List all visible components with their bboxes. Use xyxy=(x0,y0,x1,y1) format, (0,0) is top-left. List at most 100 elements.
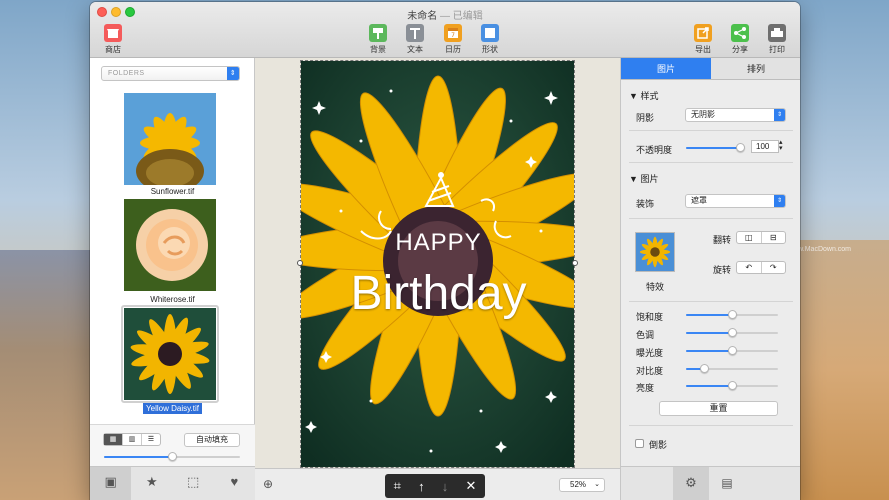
inspector-bottom-bar: ⚙ ▤ xyxy=(621,466,800,500)
thumbnail-size-slider[interactable] xyxy=(104,452,240,461)
calendar-button[interactable]: 7 日历 xyxy=(438,24,468,55)
export-label: 导出 xyxy=(695,45,711,54)
effect-preview-thumbnail[interactable] xyxy=(635,232,675,272)
column-view-icon[interactable]: ▥ xyxy=(123,434,142,445)
view-mode-toggle[interactable]: ▦ ▥ ☰ xyxy=(103,433,161,446)
store-label: 商店 xyxy=(105,45,121,54)
flip-buttons: ◫ ⊟ xyxy=(736,231,786,244)
heart-icon[interactable]: ♥ xyxy=(214,467,255,500)
bring-forward-icon[interactable]: ↑ xyxy=(418,479,425,494)
decoration-value: 遮罩 xyxy=(691,196,707,205)
svg-text:7: 7 xyxy=(451,32,455,39)
style-section-header[interactable]: ▼ 样式 xyxy=(629,89,658,102)
store-button[interactable]: 商店 xyxy=(98,24,128,55)
resize-handle-left[interactable] xyxy=(297,260,303,266)
flip-vertical-icon[interactable]: ⊟ xyxy=(762,232,786,243)
whiterose-thumbnail[interactable] xyxy=(124,199,216,291)
divider xyxy=(629,130,793,131)
zoom-icon[interactable]: ⊕ xyxy=(263,477,273,491)
decoration-label: 装饰 xyxy=(636,199,655,209)
gear-icon[interactable]: ⚙ xyxy=(673,467,709,500)
auto-fill-button[interactable]: 自动填充 xyxy=(184,433,240,447)
birthday-text[interactable]: Birthday xyxy=(301,266,574,321)
background-button[interactable]: 背景 xyxy=(363,24,393,55)
print-button[interactable]: 打印 xyxy=(762,24,792,55)
divider xyxy=(629,162,793,163)
export-button[interactable]: 导出 xyxy=(688,24,718,55)
rotate-buttons: ↶ ↷ xyxy=(736,261,786,274)
saturation-slider[interactable] xyxy=(686,310,778,319)
rotate-right-icon[interactable]: ↷ xyxy=(762,262,786,273)
titlebar: 未命名 — 已编辑 商店 背景 文本 7 日历 形状 导出 分享 打印 xyxy=(90,2,800,58)
share-label: 分享 xyxy=(732,45,748,54)
image-section-header[interactable]: ▼ 图片 xyxy=(629,172,658,185)
opacity-input[interactable]: 100 xyxy=(751,140,779,153)
frame-icon[interactable]: ⬚ xyxy=(173,467,214,500)
photos-tab-icon[interactable]: ▣ xyxy=(90,467,132,500)
hue-knob[interactable] xyxy=(728,328,737,337)
list-view-icon[interactable]: ☰ xyxy=(142,434,160,445)
delete-icon[interactable]: ✕ xyxy=(465,478,476,494)
brightness-knob[interactable] xyxy=(728,381,737,390)
hue-fill xyxy=(686,332,732,334)
happy-text[interactable]: HAPPY xyxy=(301,229,574,257)
whiterose-label: Whiterose.tif xyxy=(150,295,195,304)
desktop-wallpaper-right xyxy=(797,240,889,500)
decoration-select[interactable]: 遮罩 ⇕ xyxy=(685,194,786,208)
shape-icon xyxy=(481,24,499,42)
crop-icon[interactable]: ⌗ xyxy=(394,478,401,494)
stepper-icon[interactable]: ▴ ▾ xyxy=(779,139,783,152)
yellow-daisy-thumbnail[interactable] xyxy=(124,308,216,400)
contrast-slider[interactable] xyxy=(686,364,778,373)
zoom-select[interactable]: 52% ⌄ xyxy=(559,478,605,492)
saturation-knob[interactable] xyxy=(728,310,737,319)
hue-label: 色调 xyxy=(636,330,655,340)
contrast-label: 对比度 xyxy=(636,366,664,376)
calendar-icon: 7 xyxy=(444,24,462,42)
thumbnail-size-knob[interactable] xyxy=(168,452,177,461)
text-button[interactable]: 文本 xyxy=(400,24,430,55)
reset-button[interactable]: 重置 xyxy=(659,401,778,416)
send-backward-icon[interactable]: ↓ xyxy=(442,479,449,494)
contrast-knob[interactable] xyxy=(700,364,710,373)
rotate-left-icon[interactable]: ↶ xyxy=(737,262,762,273)
text-label: 文本 xyxy=(407,45,423,54)
artboard[interactable]: HAPPY Birthday xyxy=(300,60,575,468)
shadow-select[interactable]: 无阴影 ⇕ xyxy=(685,108,786,122)
brightness-slider[interactable] xyxy=(686,381,778,390)
reflection-checkbox[interactable] xyxy=(635,439,644,448)
disclosure-triangle-icon: ▼ xyxy=(629,174,638,184)
image-browser-sidebar: FOLDERS ⇕ Sunflower.tif Whiterose.tif Ye… xyxy=(90,58,255,500)
shape-button[interactable]: 形状 xyxy=(475,24,505,55)
text-icon xyxy=(406,24,424,42)
yellow-daisy-label: Yellow Daisy.tif xyxy=(90,403,255,414)
effects-label: 特效 xyxy=(645,282,664,292)
exposure-knob[interactable] xyxy=(728,346,737,355)
resize-handle-right[interactable] xyxy=(572,260,578,266)
grid-view-icon[interactable]: ▦ xyxy=(104,434,123,445)
canvas-bottom-bar: ⊕ ⌗ ↑ ↓ ✕ 52% ⌄ xyxy=(255,468,620,500)
brightness-fill xyxy=(686,385,732,387)
opacity-knob[interactable] xyxy=(736,143,745,152)
share-button[interactable]: 分享 xyxy=(725,24,755,55)
tab-image[interactable]: 图片 xyxy=(621,58,711,79)
folders-dropdown-label: FOLDERS xyxy=(108,70,145,77)
window-title-name: 未命名 xyxy=(407,11,438,22)
sidebar-tab-bar: ▣ ★ ⬚ ♥ xyxy=(90,466,255,500)
calendar-label: 日历 xyxy=(445,45,461,54)
print-label: 打印 xyxy=(769,45,785,54)
opacity-slider[interactable] xyxy=(686,143,745,152)
document-icon[interactable]: ▤ xyxy=(717,467,737,500)
flip-horizontal-icon[interactable]: ◫ xyxy=(737,232,762,243)
window-title: 未命名 — 已编辑 xyxy=(90,7,800,22)
tab-arrange[interactable]: 排列 xyxy=(711,58,800,79)
exposure-label: 曝光度 xyxy=(636,348,664,358)
folders-dropdown[interactable]: FOLDERS ⇕ xyxy=(101,66,240,81)
hue-slider[interactable] xyxy=(686,328,778,337)
sunflower-thumbnail[interactable] xyxy=(124,93,216,185)
sidebar-controls: ▦ ▥ ☰ 自动填充 xyxy=(90,424,255,466)
opacity-fill xyxy=(686,147,741,149)
canvas-area: HAPPY Birthday xyxy=(255,58,620,468)
star-icon[interactable]: ★ xyxy=(131,467,172,500)
exposure-slider[interactable] xyxy=(686,346,778,355)
